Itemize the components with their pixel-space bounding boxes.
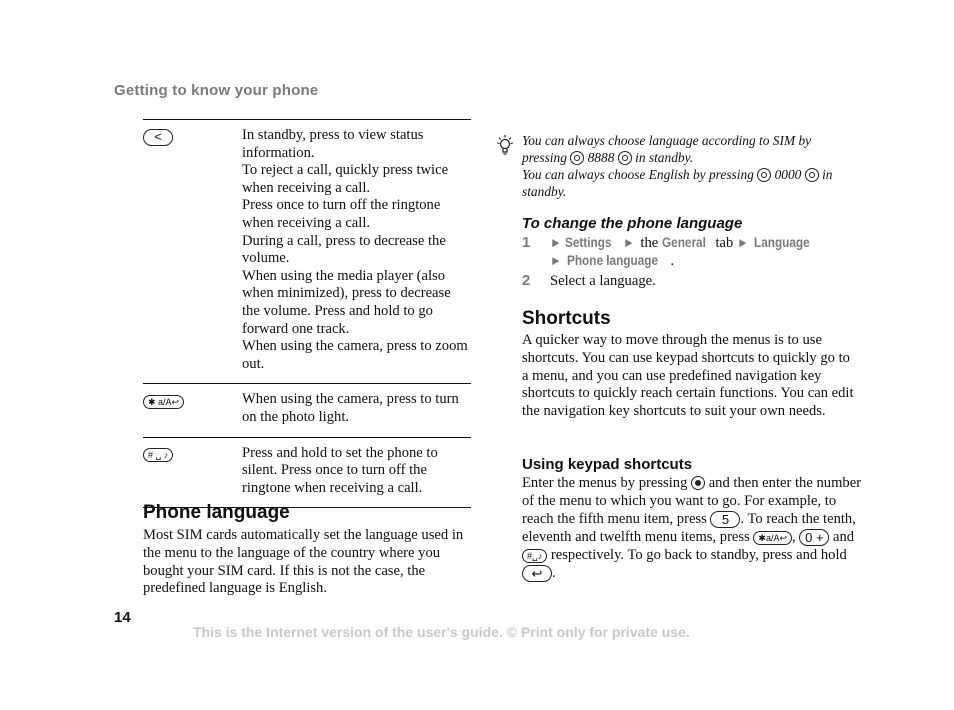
running-head: Getting to know your phone — [114, 82, 319, 99]
key-5-icon: 5 — [710, 511, 741, 529]
key-description-line: When using the camera, press to zoom out… — [242, 338, 468, 372]
menu-arrow-icon: ► — [736, 235, 749, 250]
key-description-line: Press once to turn off the ringtone when… — [242, 197, 441, 231]
menu-general: General — [661, 235, 706, 250]
nav-right-key-icon — [617, 151, 632, 165]
step-number: 1 — [522, 234, 531, 251]
lightbulb-icon — [496, 135, 514, 155]
key-description-line: During a call, press to decrease the vol… — [242, 232, 446, 267]
table-row: ✱ a/A↩ When using the camera, press to t… — [143, 383, 471, 437]
key-description-line: To reject a call, quickly press twice wh… — [242, 162, 449, 196]
tip-line-2: You can always choose English by pressin… — [522, 167, 833, 199]
star-key-icon: ✱a/A↩ — [753, 530, 793, 545]
key-function-table: < In standby, press to view status infor… — [143, 119, 471, 508]
step-item: 1 ► Settings ► the General tab ► Languag… — [522, 234, 810, 269]
key-description-line: When using the camera, press to turn on … — [242, 391, 459, 425]
footer-note: This is the Internet version of the user… — [193, 624, 690, 640]
key-0-icon: 0 + — [799, 529, 830, 547]
nav-left-key-icon — [570, 151, 585, 165]
hash-key-icon: # ␣ ♪ — [143, 447, 174, 462]
select-key-icon — [691, 476, 706, 490]
change-language-steps: 1 ► Settings ► the General tab ► Languag… — [522, 234, 862, 292]
tip-line-1: You can always choose language according… — [522, 133, 812, 165]
keypad-shortcuts-body: Enter the menus by pressing and then ent… — [522, 475, 862, 583]
key-description-line: Press and hold to set the phone to silen… — [242, 444, 438, 496]
table-row: # ␣ ♪ Press and hold to set the phone to… — [143, 437, 471, 508]
phone-language-heading: Phone language — [143, 502, 290, 523]
step-number: 2 — [522, 272, 531, 289]
tip-box: You can always choose language according… — [495, 132, 855, 200]
step-item: 2 Select a language. — [522, 272, 656, 289]
menu-phone-language: Phone language — [566, 253, 658, 268]
key-description-line: When using the media player (also when m… — [242, 267, 451, 337]
phone-language-body: Most SIM cards automatically set the lan… — [143, 527, 464, 597]
keypad-shortcuts-heading: Using keypad shortcuts — [522, 456, 693, 473]
nav-left-key-icon — [757, 168, 772, 182]
change-language-heading: To change the phone language — [522, 215, 743, 232]
menu-arrow-icon: ► — [550, 235, 562, 250]
back-key-icon: ↩ — [522, 565, 552, 583]
menu-arrow-icon: ► — [550, 253, 562, 268]
hash-key-icon: #␣♪ — [522, 548, 548, 563]
nav-right-key-icon — [804, 168, 819, 182]
shortcuts-heading: Shortcuts — [522, 308, 611, 329]
key-description-line: In standby, press to view status informa… — [242, 127, 424, 161]
page-number: 14 — [114, 609, 131, 626]
shortcuts-body: A quicker way to move through the menus … — [522, 332, 854, 420]
menu-language: Language — [753, 235, 810, 250]
table-row: < In standby, press to view status infor… — [143, 119, 471, 384]
back-key-icon: < — [143, 128, 173, 146]
star-key-icon: ✱ a/A↩ — [143, 394, 185, 409]
menu-arrow-icon: ► — [623, 235, 636, 250]
menu-settings: Settings — [564, 235, 612, 250]
